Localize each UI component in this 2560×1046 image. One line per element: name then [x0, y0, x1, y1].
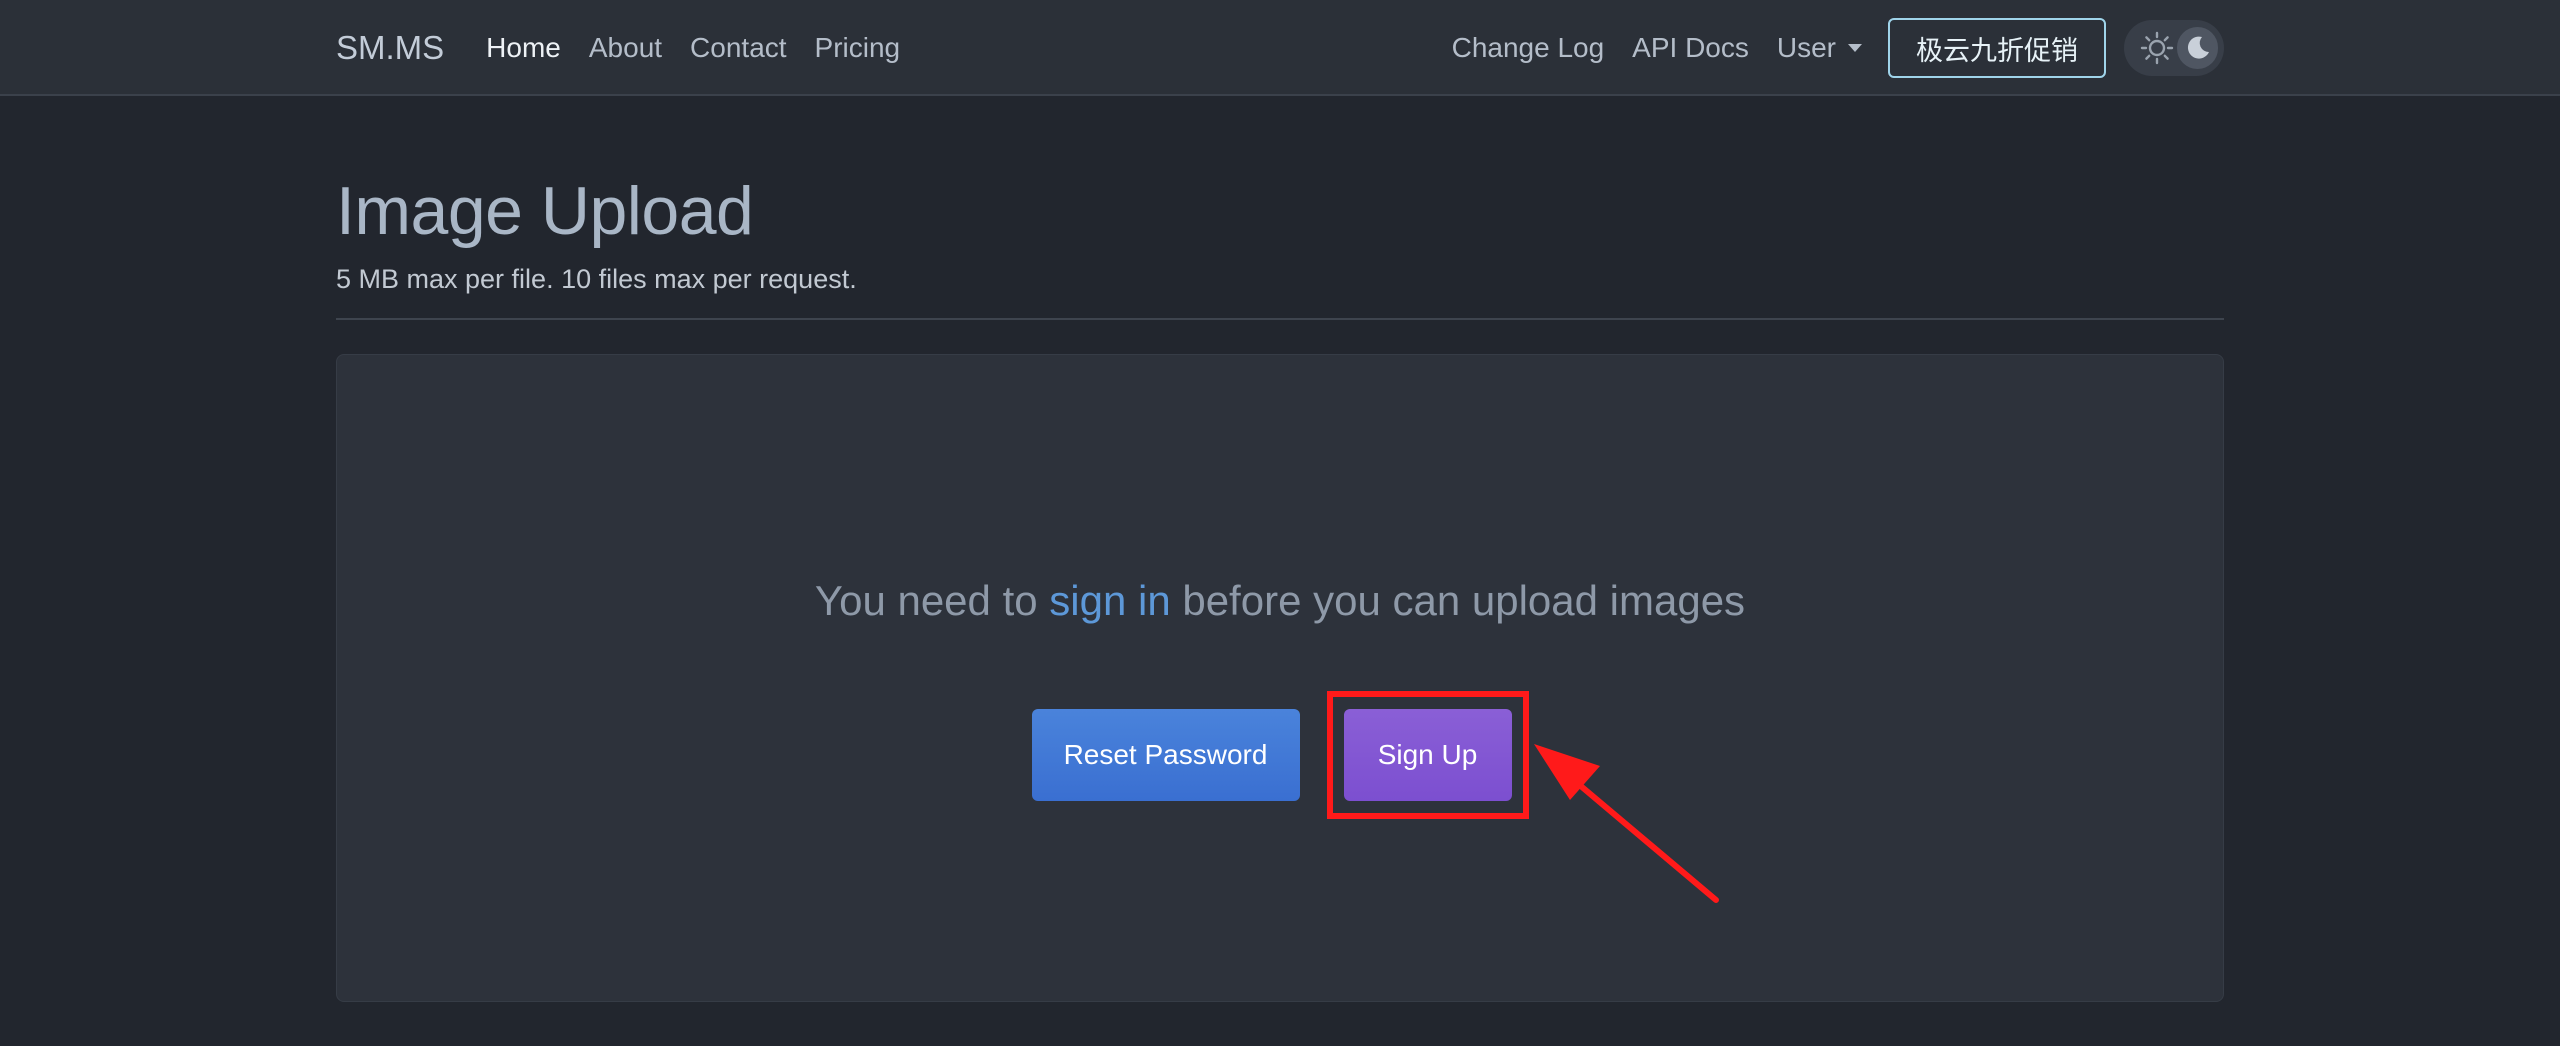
chevron-down-icon: [1848, 44, 1862, 52]
promo-button[interactable]: 极云九折促销: [1888, 18, 2106, 78]
moon-icon[interactable]: [2177, 27, 2218, 69]
secondary-nav: Change Log API Docs User 极云九折促销: [1452, 18, 2224, 78]
brand-logo[interactable]: SM.MS: [336, 29, 444, 67]
signup-highlight-box: Sign Up: [1326, 691, 1529, 819]
reset-password-button[interactable]: Reset Password: [1031, 709, 1300, 801]
auth-actions: Reset Password Sign Up: [337, 691, 2223, 819]
sun-icon[interactable]: [2136, 27, 2177, 69]
nav-api-docs-link[interactable]: API Docs: [1632, 32, 1749, 64]
nav-change-log-link[interactable]: Change Log: [1452, 32, 1605, 64]
nav-contact-link[interactable]: Contact: [690, 32, 787, 64]
sign-up-button[interactable]: Sign Up: [1343, 709, 1512, 801]
page-header: Image Upload 5 MB max per file. 10 files…: [336, 172, 2224, 295]
header-divider: [336, 318, 2224, 320]
sign-in-notice: You need to sign in before you can uploa…: [337, 577, 2223, 625]
user-dropdown-toggle[interactable]: User: [1777, 32, 1862, 64]
notice-suffix: before you can upload images: [1170, 577, 1746, 624]
sign-in-link[interactable]: sign in: [1049, 577, 1170, 624]
user-dropdown-label: User: [1776, 32, 1836, 63]
primary-nav: Home About Contact Pricing: [486, 32, 928, 64]
notice-prefix: You need to: [814, 577, 1050, 624]
navbar-container: SM.MS Home About Contact Pricing Change …: [336, 0, 2224, 96]
nav-pricing-link[interactable]: Pricing: [815, 32, 901, 64]
top-navbar: SM.MS Home About Contact Pricing Change …: [0, 0, 2560, 96]
upload-card: You need to sign in before you can uploa…: [336, 354, 2224, 1002]
nav-about-link[interactable]: About: [589, 32, 662, 64]
page-title: Image Upload: [336, 173, 754, 249]
nav-home-link[interactable]: Home: [486, 32, 561, 64]
upload-limits-text: 5 MB max per file. 10 files max per requ…: [336, 264, 857, 294]
theme-toggle[interactable]: [2124, 20, 2224, 76]
